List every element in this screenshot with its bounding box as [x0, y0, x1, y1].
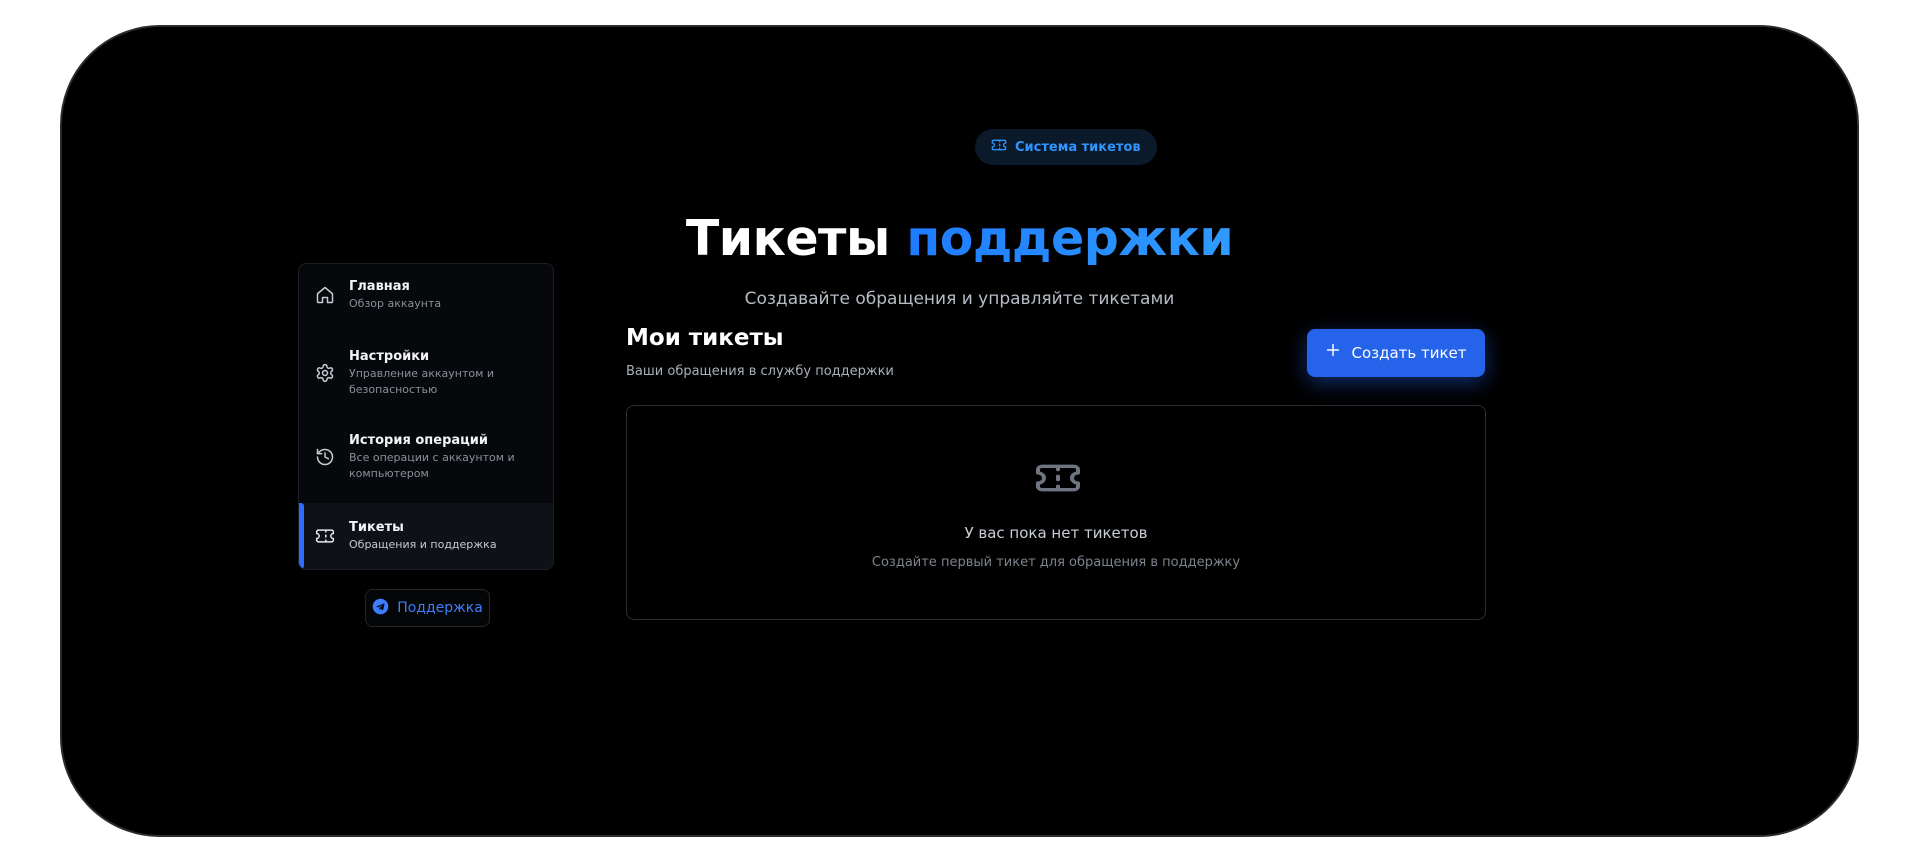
sidebar-item-desc: Обзор аккаунта — [349, 297, 442, 310]
sidebar-item-desc: Управление аккаунтом и безопасностью — [349, 367, 495, 396]
badge-label: Система тикетов — [1015, 139, 1141, 155]
sidebar-item-desc: Обращения и поддержка — [349, 538, 497, 551]
create-ticket-button[interactable]: Создать тикет — [1307, 329, 1485, 377]
sidebar-item-history[interactable]: История операций Все операции с аккаунто… — [299, 418, 553, 496]
page-title-accent: поддержки — [906, 210, 1234, 267]
sidebar-item-desc: Все операции с аккаунтом и компьютером — [349, 451, 515, 480]
app-window: Система тикетов Тикеты поддержки Создава… — [60, 25, 1859, 837]
section-subtitle: Ваши обращения в службу поддержки — [626, 364, 894, 379]
ticket-icon — [1034, 458, 1082, 498]
sidebar-item-title: История операций — [349, 433, 489, 448]
ticket-icon — [315, 526, 335, 546]
home-icon — [315, 285, 335, 305]
support-button[interactable]: Поддержка — [365, 589, 490, 627]
section-title: Мои тикеты — [626, 325, 784, 351]
history-icon — [315, 447, 335, 467]
active-indicator — [299, 503, 304, 569]
telegram-icon — [372, 598, 389, 619]
sidebar-item-title: Настройки — [349, 349, 430, 364]
sidebar-item-settings[interactable]: Настройки Управление аккаунтом и безопас… — [299, 334, 553, 412]
empty-state-title: У вас пока нет тикетов — [964, 524, 1148, 542]
sidebar-item-title: Тикеты — [349, 520, 404, 535]
sidebar-item-home[interactable]: Главная Обзор аккаунта — [299, 264, 553, 326]
gear-icon — [315, 363, 335, 383]
sidebar-item-tickets[interactable]: Тикеты Обращения и поддержка — [299, 503, 553, 569]
page-title-main: Тикеты — [685, 210, 890, 267]
sidebar-nav: Главная Обзор аккаунта Настройки Управле… — [298, 263, 554, 570]
empty-state-card: У вас пока нет тикетов Создайте первый т… — [626, 405, 1486, 620]
empty-state-subtitle: Создайте первый тикет для обращения в по… — [871, 555, 1241, 570]
ticket-system-badge: Система тикетов — [975, 129, 1157, 165]
support-label: Поддержка — [397, 600, 483, 616]
plus-icon — [1325, 341, 1341, 363]
sidebar-item-title: Главная — [349, 279, 410, 294]
create-ticket-label: Создать тикет — [1351, 344, 1467, 362]
page-title: Тикеты поддержки — [62, 210, 1857, 267]
ticket-icon — [991, 137, 1007, 157]
